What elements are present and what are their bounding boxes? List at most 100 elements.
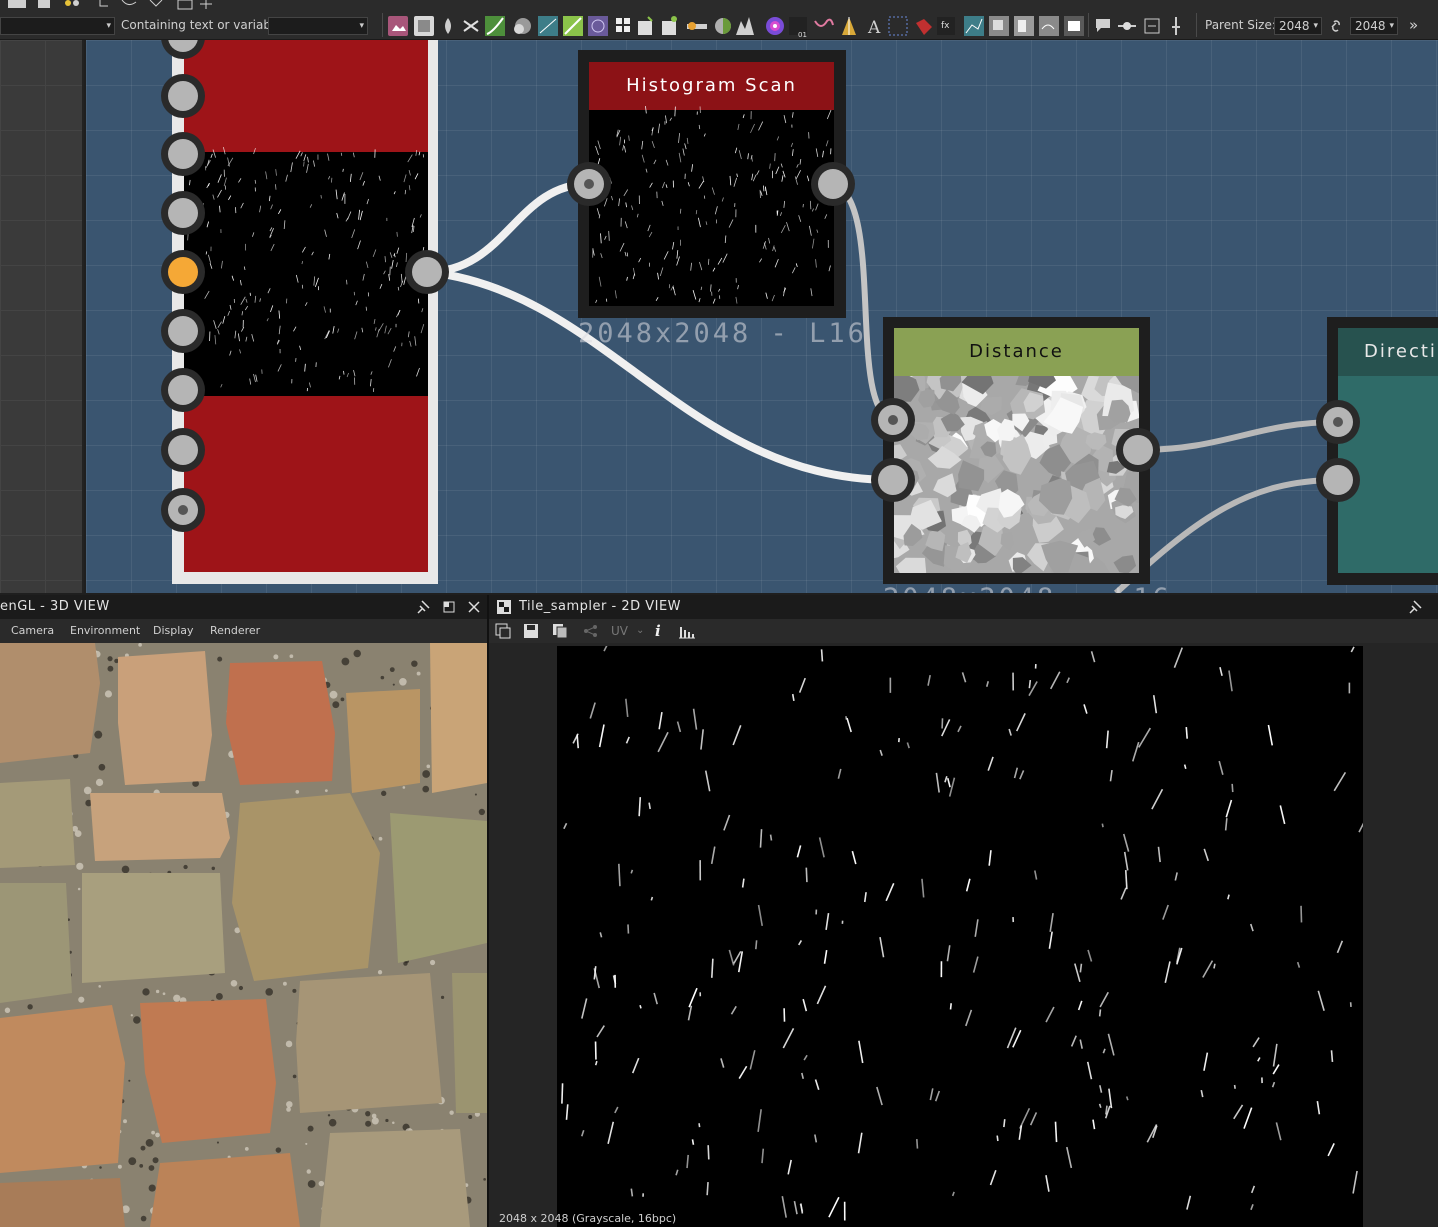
frame-icon [888, 16, 908, 36]
close-icon[interactable] [467, 600, 481, 614]
view-3d-panel: enGL - 3D VIEW Camera Environment Displa… [0, 595, 487, 1227]
hsl-icon [766, 17, 784, 35]
pin-icon [1172, 17, 1180, 35]
pin-icon[interactable] [1409, 600, 1423, 614]
filter-mode-label: Containing text or variable [121, 18, 282, 32]
directional-input-pin[interactable] [1316, 400, 1360, 444]
tile-sampler-preview [561, 646, 1363, 1221]
toolbar-overflow-button[interactable]: » [1409, 16, 1418, 34]
comment-icon [1096, 19, 1110, 32]
blend-icon [514, 18, 531, 34]
graph-left-gutter [0, 40, 84, 593]
normal-icon [715, 18, 731, 34]
fx-map-icon [662, 16, 677, 35]
menu-environment[interactable]: Environment [70, 619, 140, 643]
view-3d-header: enGL - 3D VIEW [0, 595, 487, 619]
node-histogram-caption: 2048x2048 - L16 [578, 318, 867, 349]
noise-icon: 01 [789, 17, 807, 39]
shuffle-icon [463, 20, 479, 32]
grid-icon [616, 18, 630, 32]
node-directional-title: Directi [1364, 341, 1437, 362]
view-2d-header: Tile_sampler - 2D VIEW [489, 595, 1438, 619]
graph-tools-icons[interactable] [1090, 13, 1190, 39]
value-processor-icon [687, 22, 707, 30]
svg-text:01: 01 [798, 31, 807, 39]
toolbar-separator [1196, 13, 1197, 37]
dot-node-icon [1118, 22, 1136, 30]
cobblestone-viewport[interactable] [0, 643, 487, 1227]
maximize-icon[interactable] [442, 600, 456, 614]
info-button[interactable]: i [655, 619, 661, 643]
text-icon: A [867, 18, 881, 38]
histogram-input-pin[interactable] [567, 162, 611, 206]
transform-icon [538, 16, 558, 36]
menu-renderer[interactable]: Renderer [210, 619, 260, 643]
view-2d-panel: Tile_sampler - 2D VIEW UV ⌄ i 2048 x 204… [489, 595, 1438, 1227]
function-noise-icon: fx [937, 17, 955, 35]
view-3d-menubar: Camera Environment Display Renderer [0, 619, 487, 643]
bitmap-icon [414, 16, 434, 36]
chevron-down-icon: ▾ [1313, 21, 1318, 31]
checker-icon [497, 600, 511, 614]
export-icon[interactable] [495, 623, 511, 639]
uv-dropdown[interactable]: UV [611, 619, 628, 643]
link-icon[interactable] [1329, 18, 1343, 34]
filter-text-field[interactable]: ▾ [268, 17, 368, 35]
levels-icon [736, 17, 754, 35]
graph-toolbar: ▾ Containing text or variable ▾ 01 A fx … [0, 0, 1438, 40]
chevron-down-icon: ▾ [106, 21, 111, 31]
menu-display[interactable]: Display [153, 619, 194, 643]
node-histogram-title: Histogram Scan [626, 75, 797, 96]
input-pin[interactable] [161, 488, 205, 532]
chevron-down-icon: ▾ [1389, 21, 1394, 31]
distance-input-pin[interactable] [871, 398, 915, 442]
texture-canvas[interactable] [557, 646, 1363, 1227]
wire-input-to-histogram [426, 180, 590, 276]
histogram-icon[interactable] [678, 623, 696, 639]
gradient-icon [563, 16, 583, 36]
node-distance-caption: 2048x2048 - L16 [883, 583, 1172, 593]
view-2d-toolbar: UV ⌄ i [489, 619, 1438, 643]
node-input[interactable] [172, 40, 438, 584]
distance-input-pin[interactable] [871, 458, 915, 502]
input-pin[interactable] [161, 74, 205, 118]
output-pin[interactable] [405, 250, 449, 294]
svg-text:A: A [867, 18, 881, 38]
input-pin-active[interactable] [161, 250, 205, 294]
paint-bucket-icon [916, 19, 932, 35]
uv-tile-icon [964, 16, 984, 36]
app-window: ▾ Containing text or variable ▾ 01 A fx … [0, 0, 1438, 1227]
wire-distance-to-directional-a [1137, 419, 1339, 453]
input-pin[interactable] [161, 428, 205, 472]
parent-size-dropdown[interactable]: 2048 ▾ [1274, 17, 1322, 35]
svg-text:fx: fx [941, 21, 950, 31]
input-pin[interactable] [161, 191, 205, 235]
input-pin[interactable] [161, 368, 205, 412]
distance-output-pin[interactable] [1116, 428, 1160, 472]
directional-input-pin[interactable] [1316, 458, 1360, 502]
save-icon[interactable] [523, 623, 539, 639]
input-pin[interactable] [161, 309, 205, 353]
node-wires: 2048x2048 - L16 [161, 40, 1438, 593]
chevron-down-icon: ▾ [359, 21, 364, 31]
filter-scope-dropdown[interactable]: ▾ [0, 17, 115, 35]
toolbar-separator [1088, 13, 1089, 37]
node-library-icons[interactable]: 01 A fx [386, 13, 1086, 39]
menu-camera[interactable]: Camera [11, 619, 54, 643]
output-icon-c [1039, 16, 1059, 36]
parent-size-label: Parent Size: [1205, 18, 1276, 32]
output-size-dropdown[interactable]: 2048 ▾ [1350, 17, 1398, 35]
copy-icon[interactable] [552, 623, 568, 639]
toolbar-separator [382, 13, 383, 37]
pin-icon[interactable] [417, 600, 431, 614]
image-status: 2048 x 2048 (Grayscale, 16bpc) [499, 1212, 677, 1225]
toolbar-top-icons[interactable] [0, 0, 240, 12]
view-2d-title: Tile_sampler - 2D VIEW [519, 599, 682, 614]
histogram-output-pin[interactable] [811, 162, 855, 206]
align-icon [1144, 18, 1160, 34]
node-graph-canvas[interactable]: 2048x2048 - L16 [86, 40, 1438, 593]
droplet-icon [445, 18, 451, 34]
pixel-processor-icon [638, 16, 653, 35]
input-pin[interactable] [161, 132, 205, 176]
share-icon[interactable] [583, 624, 599, 638]
